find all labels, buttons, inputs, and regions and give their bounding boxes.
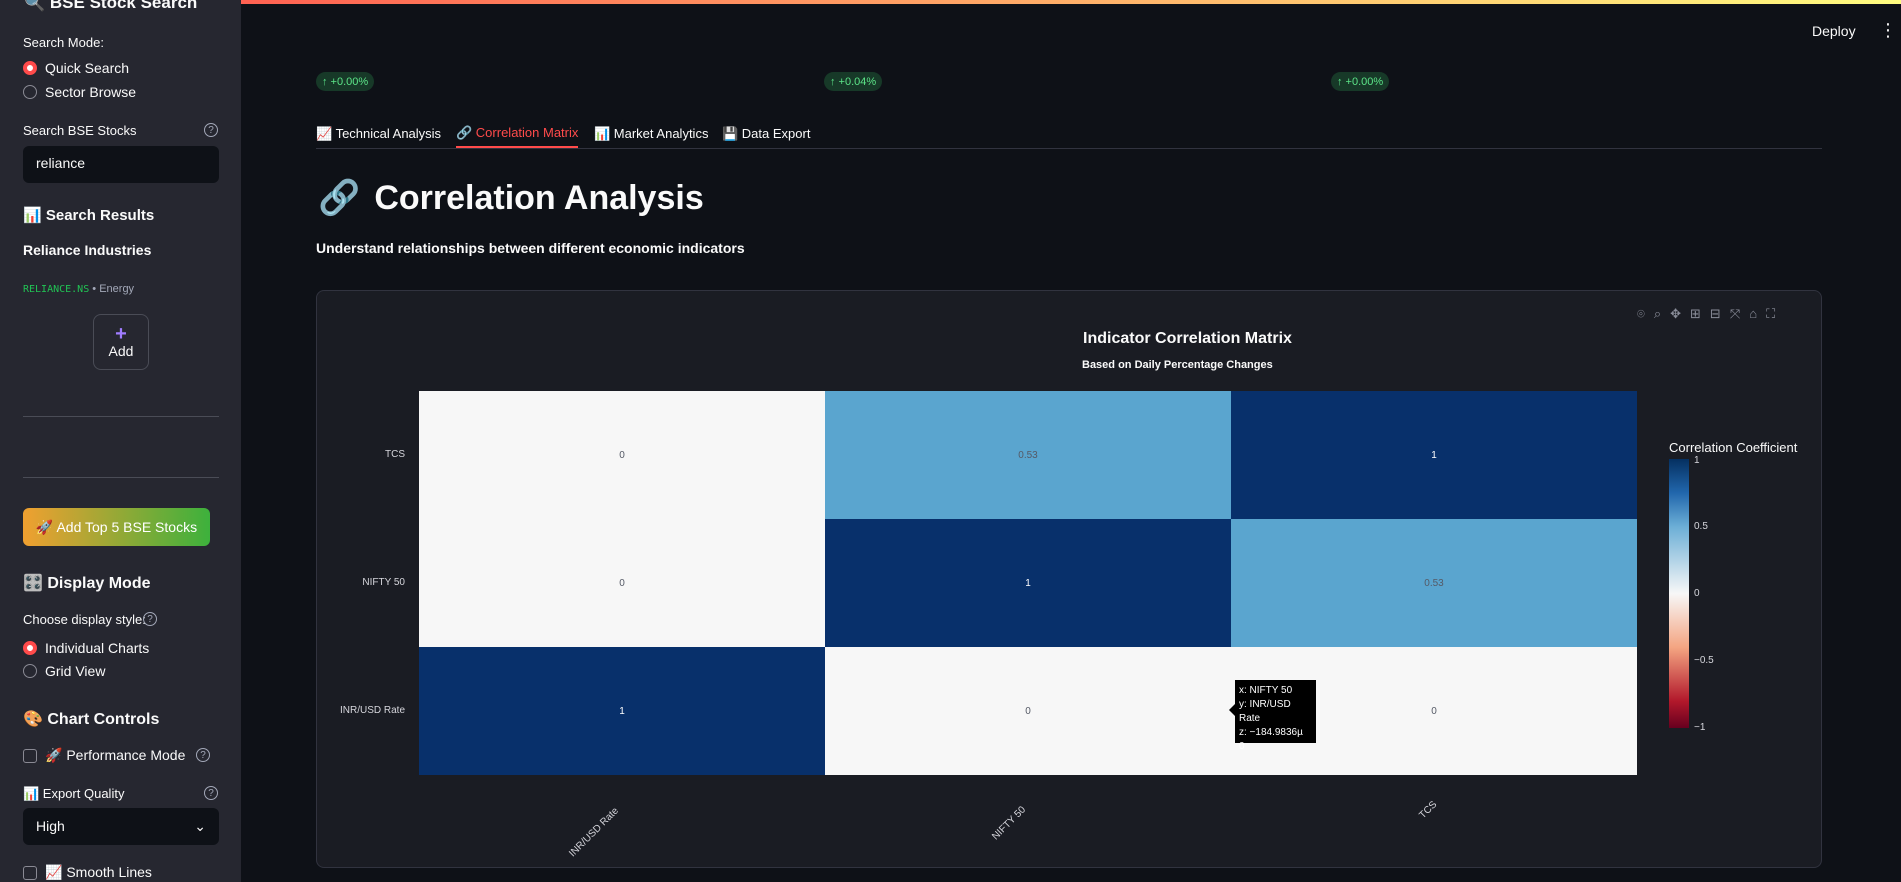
heatmap-cell[interactable]: 0: [825, 647, 1231, 775]
top-progress-line: [0, 0, 1901, 4]
radio-unselected-icon: [23, 664, 37, 678]
colorbar-tick: −0.5: [1694, 655, 1714, 666]
colorbar-tick: 0.5: [1694, 521, 1708, 532]
display-style-label: Choose display style:: [23, 612, 146, 627]
zoom-out-icon[interactable]: ⊟: [1710, 306, 1721, 322]
tab-bar: 📈 Technical Analysis 🔗 Correlation Matri…: [316, 120, 1822, 149]
help-icon[interactable]: ?: [204, 123, 218, 137]
heatmap-cell[interactable]: 0: [419, 391, 825, 519]
tab-data-export[interactable]: 💾 Data Export: [722, 120, 810, 148]
display-mode-header: 🎛️ Display Mode: [23, 575, 151, 592]
search-mode-label: Search Mode:: [23, 35, 104, 50]
y-axis-label: TCS: [385, 449, 405, 460]
radio-grid-view[interactable]: Grid View: [23, 663, 105, 679]
search-label: Search BSE Stocks: [23, 123, 137, 138]
y-axis-label: NIFTY 50: [362, 577, 405, 588]
colorbar-tick: 1: [1694, 455, 1700, 466]
zoom-icon[interactable]: ⌕: [1654, 306, 1661, 322]
divider: [23, 477, 219, 478]
heatmap-cell[interactable]: 1: [1231, 391, 1637, 519]
checkbox-icon: [23, 865, 37, 880]
help-icon[interactable]: ?: [143, 612, 157, 626]
radio-selected-icon: [23, 61, 37, 75]
heatmap-cell[interactable]: 0.53: [1231, 519, 1637, 647]
zoom-in-icon[interactable]: ⊞: [1690, 306, 1701, 322]
colorbar-tick: 0: [1694, 588, 1700, 599]
metric-delta: ↑ +0.04%: [824, 72, 883, 91]
y-axis-label: INR/USD Rate: [339, 705, 405, 716]
sidebar-title: 🔍 BSE Stock Search: [24, 0, 198, 12]
reset-icon[interactable]: ⌂: [1749, 306, 1757, 322]
radio-selected-icon: [23, 641, 37, 655]
deploy-button[interactable]: Deploy: [1812, 23, 1856, 39]
help-icon[interactable]: ?: [204, 786, 218, 800]
heatmap-cell[interactable]: 1: [419, 647, 825, 775]
ticker-sector: • Energy: [92, 283, 135, 295]
camera-icon[interactable]: ⌾: [1637, 306, 1645, 322]
hover-tooltip: x: NIFTY 50 y: INR/USD Rate z: −184.9836…: [1229, 680, 1316, 752]
metric-delta: ↑ +0.00%: [316, 72, 375, 91]
radio-sector-browse[interactable]: Sector Browse: [23, 84, 136, 100]
checkbox-icon: [23, 748, 37, 763]
export-quality-label: 📊 Export Quality: [23, 786, 125, 801]
search-input[interactable]: reliance: [23, 146, 219, 183]
heatmap-cell[interactable]: 0: [419, 519, 825, 647]
export-quality-select[interactable]: High ⌄: [23, 808, 219, 845]
page-subtitle: Understand relationships between differe…: [316, 240, 745, 256]
search-results-header: 📊 Search Results: [23, 207, 155, 224]
chart-title: Indicator Correlation Matrix: [1083, 330, 1292, 347]
divider: [23, 416, 219, 417]
chart-modebar: ⌾ ⌕ ✥ ⊞ ⊟ ⤧ ⌂ ⛶: [1628, 306, 1775, 322]
heatmap-cell[interactable]: 1: [825, 519, 1231, 647]
pan-icon[interactable]: ✥: [1670, 306, 1681, 322]
tab-correlation-matrix[interactable]: 🔗 Correlation Matrix: [456, 120, 579, 148]
chart-subtitle: Based on Daily Percentage Changes: [1082, 359, 1273, 371]
smooth-lines-checkbox[interactable]: 📈 Smooth Lines: [23, 864, 152, 881]
colorbar-title: Correlation Coefficient: [1669, 440, 1798, 455]
tab-technical-analysis[interactable]: 📈 Technical Analysis: [316, 120, 441, 148]
performance-mode-checkbox[interactable]: 🚀 Performance Mode: [23, 747, 185, 764]
radio-quick-search[interactable]: Quick Search: [23, 60, 129, 76]
autoscale-icon[interactable]: ⤧: [1730, 306, 1740, 322]
heatmap-cell[interactable]: 0.53: [825, 391, 1231, 519]
colorbar: [1669, 459, 1689, 728]
link-icon: 🔗: [318, 179, 361, 217]
colorbar-tick: −1: [1694, 722, 1706, 733]
add-top5-button[interactable]: 🚀 Add Top 5 BSE Stocks: [23, 508, 210, 546]
result-name: Reliance Industries: [23, 242, 152, 258]
sidebar: 🔍 BSE Stock Search Search Mode: Quick Se…: [0, 0, 241, 882]
metric-delta: ↑ +0.00%: [1331, 72, 1390, 91]
fullscreen-icon[interactable]: ⛶: [1766, 306, 1775, 322]
page-title: 🔗 Correlation Analysis: [318, 178, 704, 218]
result-ticker-row: RELIANCE.NS • Energy: [23, 283, 134, 295]
chart-controls-header: 🎨 Chart Controls: [23, 711, 160, 728]
plus-icon: +: [115, 323, 127, 345]
add-stock-button[interactable]: + Add: [93, 314, 149, 370]
main-menu-icon[interactable]: ⋮: [1879, 20, 1897, 41]
help-icon[interactable]: ?: [196, 748, 210, 762]
tab-market-analytics[interactable]: 📊 Market Analytics: [594, 120, 708, 148]
chevron-down-icon: ⌄: [194, 818, 206, 834]
ticker-code: RELIANCE.NS: [23, 284, 90, 295]
radio-individual-charts[interactable]: Individual Charts: [23, 640, 149, 656]
radio-unselected-icon: [23, 85, 37, 99]
